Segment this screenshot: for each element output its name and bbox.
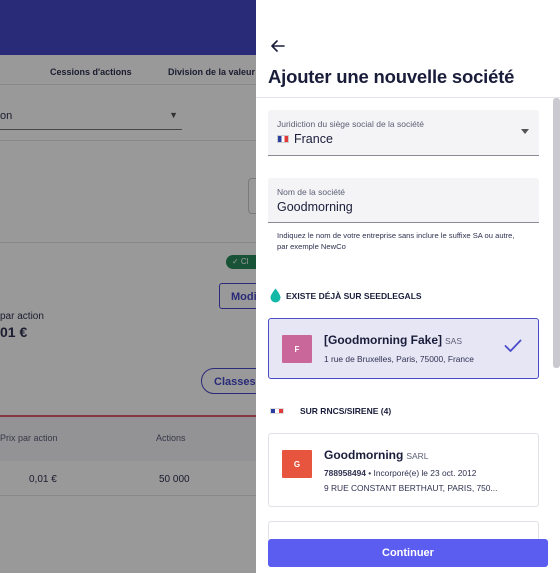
company-address: 9 RUE CONSTANT BERTHAUT, PARIS, 750... — [324, 483, 498, 493]
check-icon — [504, 339, 522, 352]
scrollbar[interactable] — [553, 98, 560, 368]
company-name-text: [Goodmorning Fake] — [324, 333, 442, 347]
company-siren: 788958494 — [324, 468, 366, 478]
back-button[interactable] — [268, 36, 288, 56]
background-app: Cessions d'actions Division de la valeur… — [0, 0, 256, 573]
company-name: Goodmorning SARL — [324, 448, 429, 462]
chevron-down-icon — [521, 129, 529, 134]
france-flag-icon — [270, 408, 284, 414]
jurisdiction-value: France — [277, 132, 333, 146]
rncs-heading-text: SUR RNCS/SIRENE (4) — [300, 406, 392, 416]
company-name-field[interactable]: Nom de la société Goodmorning — [268, 178, 539, 223]
seedlegals-drop-icon — [270, 288, 281, 303]
company-name-label: Nom de la société — [277, 187, 346, 197]
seedlegals-heading-text: EXISTE DÉJÀ SUR SEEDLEGALS — [286, 290, 422, 301]
company-avatar: G — [282, 450, 312, 478]
jurisdiction-value-text: France — [294, 132, 333, 146]
company-avatar: F — [282, 335, 312, 363]
company-result-card[interactable] — [268, 521, 539, 539]
add-company-panel: Ajouter une nouvelle société Juridiction… — [256, 0, 560, 573]
seedlegals-section-heading: EXISTE DÉJÀ SUR SEEDLEGALS — [270, 288, 422, 303]
company-registration: 788958494 • Incorporé(e) le 23 oct. 2012 — [324, 468, 476, 478]
company-name-text: Goodmorning — [324, 448, 404, 462]
rncs-section-heading: SUR RNCS/SIRENE (4) — [270, 406, 391, 416]
company-address: 1 rue de Bruxelles, Paris, 75000, France — [324, 354, 474, 364]
company-name-helper: Indiquez le nom de votre entreprise sans… — [277, 231, 515, 251]
company-type: SAS — [445, 336, 463, 346]
company-incorporation-date: • Incorporé(e) le 23 oct. 2012 — [365, 468, 477, 478]
jurisdiction-select[interactable]: Juridiction du siège social de la sociét… — [268, 110, 539, 156]
panel-title: Ajouter une nouvelle société — [268, 66, 515, 87]
company-type: SARL — [406, 451, 429, 461]
company-result-card[interactable]: G Goodmorning SARL 788958494 • Incorporé(… — [268, 433, 539, 507]
company-result-card[interactable]: F [Goodmorning Fake] SAS 1 rue de Bruxell… — [268, 318, 539, 379]
jurisdiction-label: Juridiction du siège social de la sociét… — [277, 119, 424, 129]
arrow-left-icon — [271, 40, 285, 52]
continue-button[interactable]: Continuer — [268, 539, 548, 567]
divider — [256, 97, 560, 98]
france-flag-icon — [277, 135, 289, 143]
company-name-value: Goodmorning — [277, 200, 353, 214]
company-name: [Goodmorning Fake] SAS — [324, 333, 462, 347]
modal-backdrop[interactable] — [0, 0, 256, 573]
